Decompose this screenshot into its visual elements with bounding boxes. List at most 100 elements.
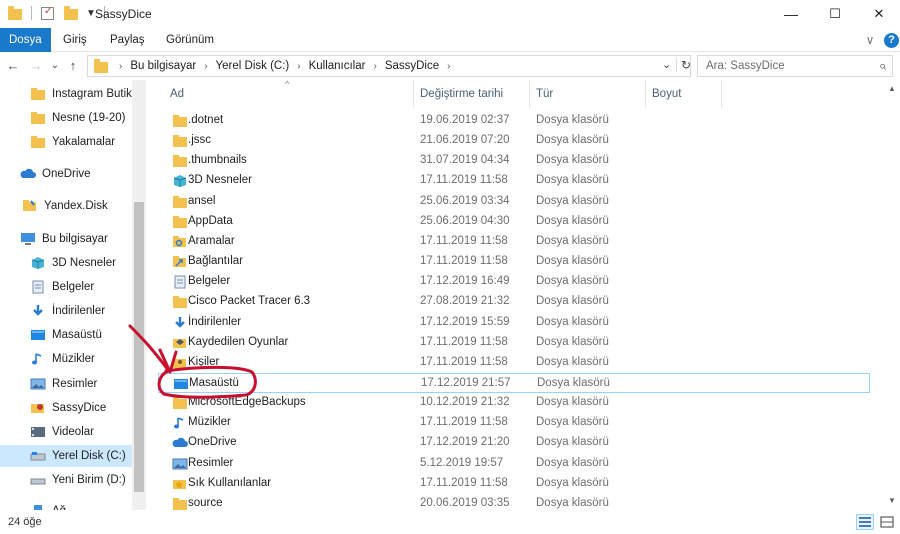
chevron-right-icon[interactable]: ›: [199, 61, 212, 72]
contacts-icon: [172, 356, 186, 370]
sidebar-item-label: Müzikler: [52, 353, 95, 365]
file-type: Dosya klasörü: [536, 154, 609, 167]
sidebar-item-resimler[interactable]: Resimler: [30, 373, 97, 395]
search-folder-icon: [172, 235, 186, 249]
search-input[interactable]: [698, 56, 868, 76]
folder-icon: [172, 215, 187, 229]
tab-share[interactable]: Paylaş: [100, 28, 155, 52]
details-view-button[interactable]: [856, 514, 874, 530]
table-row[interactable]: Masaüstü 17.12.2019 21:57 Dosya klasörü: [158, 372, 870, 393]
sidebar-item-instagram-butik[interactable]: Instagram Butik: [30, 83, 132, 105]
music-icon: [30, 352, 46, 366]
table-row[interactable]: Sık Kullanılanlar 17.11.2019 11:58 Dosya k…: [158, 474, 870, 494]
file-name: Sık Kullanılanlar: [188, 476, 272, 489]
large-icons-view-button[interactable]: [878, 514, 896, 530]
table-row[interactable]: Cisco Packet Tracer 6.3 27.08.2019 21:32 D…: [158, 292, 870, 312]
address-bar[interactable]: › Bu bilgisayar › Yerel Disk (C:) › Kull…: [87, 55, 691, 77]
chevron-right-icon[interactable]: ›: [114, 61, 127, 72]
sidebar-item-onedrive[interactable]: OneDrive: [20, 163, 91, 185]
cloud-icon: [172, 436, 188, 450]
chevron-right-icon[interactable]: ›: [442, 61, 455, 72]
column-header-name[interactable]: Ad: [164, 80, 414, 108]
table-row[interactable]: .thumbnails 31.07.2019 04:34 Dosya klasörü: [158, 151, 870, 171]
breadcrumb-local-disk[interactable]: Yerel Disk (C:): [213, 60, 293, 72]
file-name: .dotnet: [188, 114, 224, 126]
breadcrumb-users[interactable]: Kullanıcılar: [306, 60, 369, 72]
close-button[interactable]: ✕: [856, 0, 900, 28]
table-row[interactable]: .jssc 21.06.2019 07:20 Dosya klasörü: [158, 131, 870, 151]
cube-icon: [30, 256, 46, 270]
address-dropdown-icon[interactable]: ⌄: [662, 58, 671, 71]
column-header-type[interactable]: Tür: [530, 80, 646, 108]
file-modified: 27.08.2019 21:32: [420, 295, 510, 308]
search-box[interactable]: ⌕: [697, 55, 893, 77]
table-row[interactable]: .dotnet 19.06.2019 02:37 Dosya klasörü: [158, 111, 870, 131]
expand-ribbon-icon[interactable]: ∨: [862, 32, 878, 48]
table-row[interactable]: Kaydedilen Oyunlar 17.11.2019 11:58 Dosya …: [158, 333, 870, 353]
recent-locations-button[interactable]: ⌄: [46, 57, 64, 75]
sidebar-item-label: Yeni Birim (D:): [52, 474, 126, 486]
chevron-right-icon[interactable]: ›: [368, 61, 381, 72]
up-button[interactable]: ↑: [64, 57, 82, 75]
sidebar-item-belgeler[interactable]: Belgeler: [30, 276, 94, 298]
file-type: Dosya klasörü: [536, 436, 609, 449]
table-row[interactable]: AppData 25.06.2019 04:30 Dosya klasörü: [158, 212, 870, 232]
back-button[interactable]: ←: [4, 57, 22, 75]
maximize-button[interactable]: ☐: [812, 0, 858, 28]
scroll-up-icon[interactable]: ▲: [887, 84, 897, 94]
table-row[interactable]: OneDrive 17.12.2019 21:20 Dosya klasörü: [158, 433, 870, 453]
scrollbar-thumb[interactable]: [134, 202, 144, 492]
file-modified: 31.07.2019 04:34: [420, 154, 510, 167]
table-row[interactable]: Bağlantılar 17.11.2019 11:58 Dosya klasörü: [158, 252, 870, 272]
sidebar-item-a-[interactable]: Ağ: [30, 500, 66, 510]
tab-home[interactable]: Giriş: [53, 28, 97, 52]
scroll-down-icon[interactable]: ▼: [887, 496, 897, 506]
sidebar-item-3d-nesneler[interactable]: 3D Nesneler: [30, 252, 116, 274]
help-icon[interactable]: ?: [884, 33, 899, 48]
chevron-right-icon[interactable]: ›: [292, 61, 305, 72]
table-row[interactable]: ansel 25.06.2019 03:34 Dosya klasörü: [158, 192, 870, 212]
file-name: Bağlantılar: [188, 255, 243, 268]
sidebar-item-masa-st-[interactable]: Masaüstü: [30, 324, 102, 346]
table-row[interactable]: Aramalar 17.11.2019 11:58 Dosya klasörü: [158, 232, 870, 252]
navigation-scrollbar[interactable]: [132, 80, 146, 510]
column-header-size[interactable]: Boyut: [646, 80, 722, 108]
sidebar-item-videolar[interactable]: Videolar: [30, 421, 94, 443]
column-header-modified[interactable]: Değiştirme tarihi: [414, 80, 530, 108]
table-row[interactable]: Resimler 5.12.2019 19:57 Dosya klasörü: [158, 454, 870, 474]
tab-view[interactable]: Görünüm: [156, 28, 224, 52]
table-row[interactable]: İndirilenler 17.12.2019 15:59 Dosya klasör…: [158, 313, 870, 333]
sidebar-item-sassydice[interactable]: SassyDice: [30, 397, 106, 419]
file-list: ^ Ad Değiştirme tarihi Tür Boyut .dotnet…: [150, 80, 884, 510]
breadcrumb-this-pc[interactable]: Bu bilgisayar: [127, 60, 199, 72]
table-row[interactable]: MicrosoftEdgeBackups 10.12.2019 21:32 Dosy…: [158, 393, 870, 413]
sidebar-item-yerel-disk-c-[interactable]: Yerel Disk (C:): [0, 445, 132, 467]
sidebar-item-yeni-birim-d-[interactable]: Yeni Birim (D:): [30, 469, 126, 491]
breadcrumb-sassydice[interactable]: SassyDice: [382, 60, 442, 72]
search-icon[interactable]: ⌕: [879, 58, 886, 74]
tab-file[interactable]: Dosya: [0, 28, 51, 52]
sidebar-item-label: Instagram Butik: [52, 88, 132, 100]
forward-button[interactable]: →: [27, 57, 45, 75]
sidebar-item-bu-bilgisayar[interactable]: Bu bilgisayar: [20, 228, 108, 250]
table-row[interactable]: source 20.06.2019 03:35 Dosya klasörü: [158, 494, 870, 510]
folder-icon: [172, 497, 187, 510]
table-row[interactable]: Belgeler 17.12.2019 16:49 Dosya klasörü: [158, 272, 870, 292]
sidebar-item-m-zikler[interactable]: Müzikler: [30, 348, 95, 370]
minimize-button[interactable]: —: [768, 0, 814, 28]
properties-icon[interactable]: ✓: [41, 6, 54, 20]
table-row[interactable]: Kişiler 17.11.2019 11:58 Dosya klasörü: [158, 353, 870, 373]
saved-games-icon: [172, 336, 186, 350]
navigation-bar: ← → ⌄ ↑ › Bu bilgisayar › Yerel Disk (C:…: [0, 52, 900, 80]
table-row[interactable]: 3D Nesneler 17.11.2019 11:58 Dosya klasörü: [158, 171, 870, 191]
file-list-scrollbar[interactable]: ▲ ▼: [884, 80, 900, 510]
refresh-icon[interactable]: ↻: [676, 58, 691, 72]
file-name: .thumbnails: [188, 154, 247, 167]
sidebar-item-nesne-19-20-[interactable]: Nesne (19-20): [30, 107, 126, 129]
sidebar-item-i-ndirilenler[interactable]: İndirilenler: [30, 300, 105, 322]
new-folder-icon[interactable]: [64, 5, 78, 20]
sidebar-item-yakalamalar[interactable]: Yakalamalar: [30, 131, 115, 153]
sidebar-item-yandex-disk[interactable]: Yandex.Disk: [22, 195, 108, 217]
table-row[interactable]: Müzikler 17.11.2019 11:58 Dosya klasörü: [158, 413, 870, 433]
links-folder-icon: [172, 255, 186, 269]
